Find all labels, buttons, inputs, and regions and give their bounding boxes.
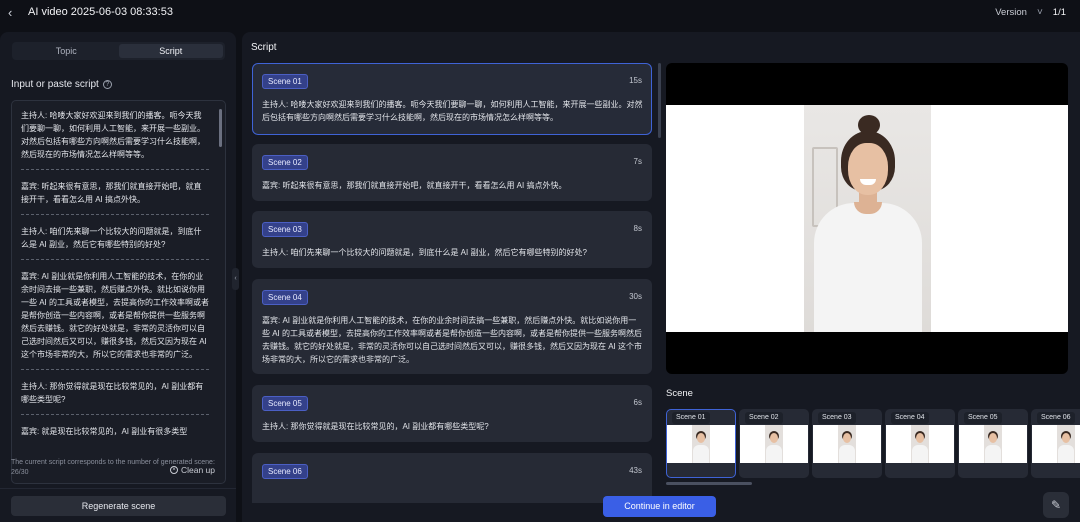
scene-strip-label: Scene: [666, 388, 693, 399]
scene-thumbnail[interactable]: Scene 05: [958, 409, 1028, 478]
script-segment: 主持人: 那你觉得就是现在比较常见的，AI 副业都有哪些类型呢?: [21, 380, 209, 415]
scene-thumbnail[interactable]: Scene 04: [885, 409, 955, 478]
scene-duration: 15s: [629, 76, 642, 85]
scene-duration: 7s: [633, 157, 642, 166]
input-label: Input or paste script ?: [11, 79, 112, 90]
chevron-down-icon[interactable]: ˅: [1037, 7, 1043, 18]
scene-duration: 6s: [633, 398, 642, 407]
avatar-preview-image: [804, 105, 931, 332]
scene-text: 主持人: 哈喽大家好欢迎来到我们的播客。呃今天我们要聊一聊，如何利用人工智能，来…: [262, 100, 643, 122]
script-segment-list: 主持人: 哈喽大家好欢迎来到我们的播客。呃今天我们要聊一聊，如何利用人工智能，来…: [21, 109, 209, 456]
tab-script[interactable]: Script: [118, 44, 223, 58]
thumbnail-image: [813, 425, 881, 463]
scene-card[interactable]: Scene 04 30s 嘉宾: AI 副业就是你利用人工智能的技术，在你的业余…: [252, 279, 652, 374]
scene-list-scrollbar[interactable]: [658, 63, 661, 138]
scene-thumbnail[interactable]: Scene 03: [812, 409, 882, 478]
script-segment: 主持人: 咱们先来聊一个比较大的问题就是，到底什么是 AI 副业，然后它有哪些特…: [21, 225, 209, 260]
top-bar: ‹ AI video 2025-06-03 08:33:53 Version ˅…: [0, 0, 1080, 24]
script-segment: 嘉宾: 就是现在比较常见的，AI 副业有很多类型: [21, 427, 188, 436]
script-segment: 嘉宾: 听起来很有意思，那我们就直接开始吧，就直接开干，看看怎么用 AI 搞点外…: [21, 180, 209, 215]
edit-note-icon[interactable]: ✎: [1043, 492, 1069, 518]
preview-letterbox: [666, 105, 804, 332]
avatar-hair-bun: [858, 115, 880, 135]
thumbnail-image: [740, 425, 808, 463]
thumbnail-label: Scene 02: [745, 412, 783, 424]
thumbnail-label: Scene 05: [964, 412, 1002, 424]
scene-badge: Scene 02: [262, 155, 308, 170]
scene-thumbnail[interactable]: Scene 06: [1031, 409, 1080, 478]
script-heading: Script: [251, 42, 277, 53]
scene-duration: 8s: [633, 224, 642, 233]
scene-text: 嘉宾: AI 副业就是你利用人工智能的技术，在你的业余时间去搞一些兼职，然后赚点…: [262, 316, 642, 364]
scene-card-list: Scene 01 15s 主持人: 哈喽大家好欢迎来到我们的播客。呃今天我们要聊…: [252, 63, 652, 503]
back-icon[interactable]: ‹: [8, 5, 28, 20]
avatar-face: [848, 143, 888, 195]
scene-card[interactable]: Scene 01 15s 主持人: 哈喽大家好欢迎来到我们的播客。呃今天我们要聊…: [252, 63, 652, 135]
scene-duration: 43s: [629, 466, 642, 475]
thumbnail-label: Scene 01: [672, 412, 710, 424]
question-circle-icon[interactable]: ?: [102, 80, 112, 89]
script-segment: 主持人: 哈喽大家好欢迎来到我们的播客。呃今天我们要聊一聊，如何利用人工智能，来…: [21, 109, 209, 170]
scene-thumbnail-strip: Scene 01 Scene 02 Scene 03 Scene 04 Scen…: [666, 409, 1080, 479]
thumbnail-label: Scene 04: [891, 412, 929, 424]
thumbnail-image: [667, 425, 735, 463]
scene-text: 主持人: 那你觉得就是现在比较常见的，AI 副业都有哪些类型呢?: [262, 422, 489, 431]
script-scrollbar[interactable]: [219, 109, 222, 147]
collapse-panel-handle[interactable]: ‹: [232, 268, 239, 290]
scene-badge: Scene 05: [262, 396, 308, 411]
avatar-shirt: [814, 203, 922, 332]
page-title: AI video 2025-06-03 08:33:53: [28, 6, 173, 18]
thumbnail-label: Scene 03: [818, 412, 856, 424]
script-textarea[interactable]: 主持人: 哈喽大家好欢迎来到我们的播客。呃今天我们要聊一聊，如何利用人工智能，来…: [11, 100, 226, 484]
scene-count-note: The current script corresponds to the nu…: [11, 459, 215, 476]
scene-badge: Scene 06: [262, 464, 308, 479]
mode-tabs: Topic Script: [12, 42, 225, 60]
scene-card[interactable]: Scene 05 6s 主持人: 那你觉得就是现在比较常见的，AI 副业都有哪些…: [252, 385, 652, 442]
regenerate-scene-button[interactable]: Regenerate scene: [11, 496, 226, 516]
thumbnail-image: [886, 425, 954, 463]
scene-thumbnail[interactable]: Scene 01: [666, 409, 736, 478]
scene-card[interactable]: Scene 03 8s 主持人: 咱们先来聊一个比较大的问题就是，到底什么是 A…: [252, 211, 652, 268]
input-label-text: Input or paste script: [11, 79, 99, 90]
preview-letterbox: [931, 105, 1068, 332]
scene-badge: Scene 01: [262, 74, 308, 89]
scene-text: 主持人: 咱们先来聊一个比较大的问题就是，到底什么是 AI 副业，然后它有哪些特…: [262, 248, 587, 257]
version-page: 1/1: [1052, 6, 1066, 18]
script-input-panel: Topic Script Input or paste script ? 主持人…: [0, 32, 236, 522]
script-segment: 嘉宾: AI 副业就是你利用人工智能的技术，在你的业余时间去搞一些兼职，然后赚点…: [21, 270, 209, 370]
video-preview[interactable]: [666, 63, 1068, 374]
scene-card[interactable]: Scene 02 7s 嘉宾: 听起来很有意思，那我们就直接开始吧，就直接开干，…: [252, 144, 652, 201]
tab-topic[interactable]: Topic: [14, 44, 119, 58]
thumbnail-label: Scene 06: [1037, 412, 1075, 424]
thumbnail-image: [1032, 425, 1080, 463]
continue-in-editor-button[interactable]: Continue in editor: [603, 496, 716, 517]
scene-duration: 30s: [629, 292, 642, 301]
scene-badge: Scene 04: [262, 290, 308, 305]
version-label: Version: [995, 6, 1027, 18]
thumbnail-image: [959, 425, 1027, 463]
version-control[interactable]: Version ˅ 1/1: [995, 0, 1066, 24]
scene-thumbnail[interactable]: Scene 02: [739, 409, 809, 478]
scene-badge: Scene 03: [262, 222, 308, 237]
thumbnail-scrollbar[interactable]: [666, 482, 752, 485]
scene-text: 嘉宾: 听起来很有意思，那我们就直接开始吧，就直接开干，看看怎么用 AI 搞点外…: [262, 181, 567, 190]
divider: [0, 488, 236, 489]
scene-card[interactable]: Scene 06 43s: [252, 453, 652, 503]
